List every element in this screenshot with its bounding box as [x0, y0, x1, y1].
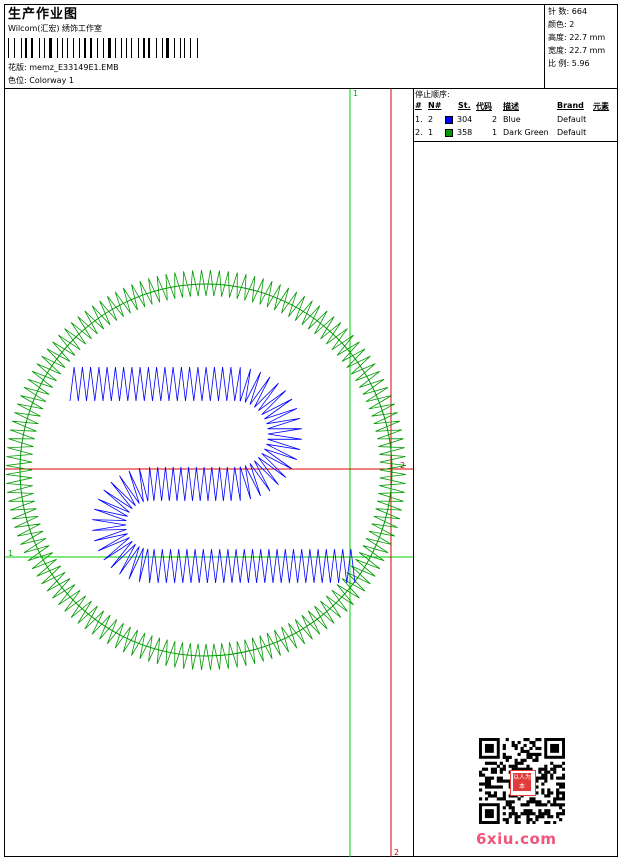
outer-ring-stitches	[6, 270, 406, 670]
inner-mark-stitches	[69, 366, 356, 584]
guide-green-v-label: 1	[353, 89, 358, 98]
seal-stamp: 以人为本	[513, 773, 532, 791]
qr-center-seal: 以人为本	[510, 770, 536, 796]
guide-green-h-label: 1	[8, 549, 13, 558]
guide-red-v-label: 2	[394, 848, 399, 857]
embroidery-canvas: 1 1 2 2	[5, 89, 413, 857]
watermark-logo: 6xiu.com	[476, 830, 557, 848]
